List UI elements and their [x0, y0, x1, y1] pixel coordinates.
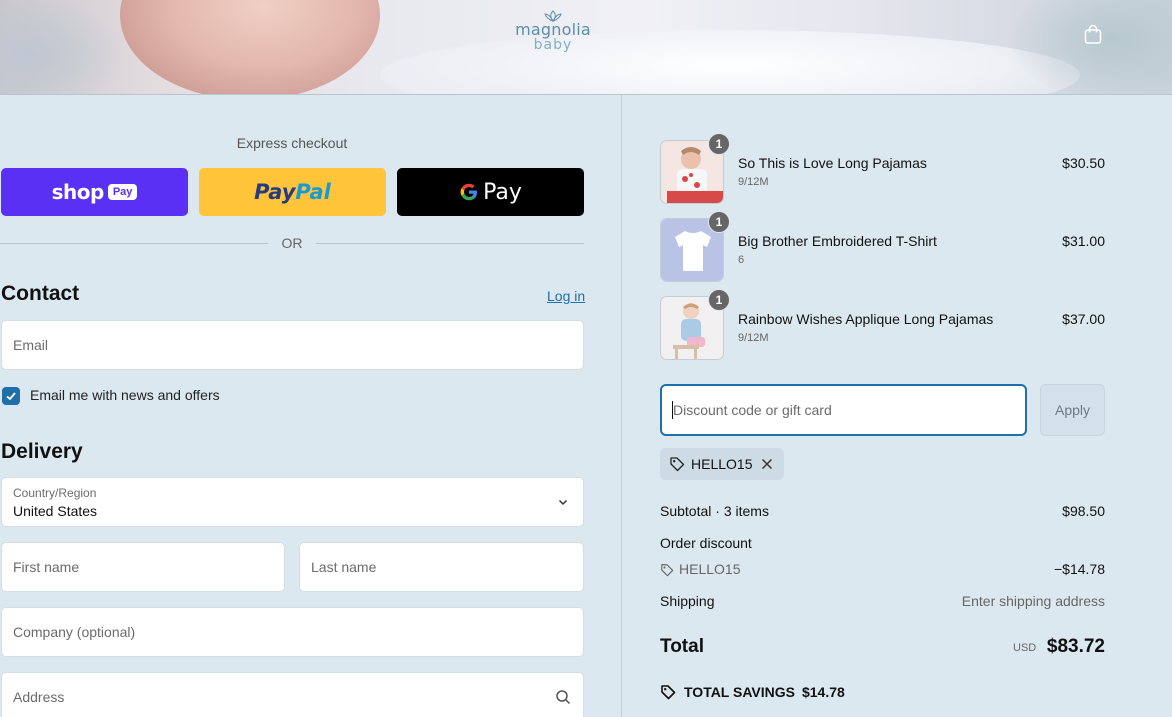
shipping-value: Enter shipping address — [961, 593, 1105, 609]
header-banner: magnolia baby — [0, 0, 1172, 95]
quantity-badge: 1 — [708, 133, 730, 155]
subtotal-row: Subtotal · 3 items $98.50 — [660, 503, 1105, 519]
shopping-bag-icon[interactable] — [1082, 23, 1104, 45]
applied-discount-chip: HELLO15 — [660, 448, 784, 480]
or-text: OR — [281, 235, 303, 251]
newsletter-label: Email me with news and offers — [30, 387, 220, 403]
shipping-label: Shipping — [660, 593, 715, 609]
first-name-placeholder: First name — [13, 559, 80, 575]
total-savings-label: TOTAL SAVINGS — [684, 684, 795, 700]
item-name: So This is Love Long Pajamas — [738, 155, 927, 171]
item-variant: 6 — [738, 254, 745, 266]
google-g-icon — [460, 183, 478, 201]
item-price: $31.00 — [1062, 233, 1105, 249]
subtotal-label: Subtotal · 3 items — [660, 503, 769, 519]
tag-icon — [670, 457, 685, 472]
apply-discount-button[interactable]: Apply — [1040, 384, 1105, 436]
country-select[interactable]: Country/Region United States — [1, 477, 584, 527]
newsletter-checkbox[interactable] — [2, 387, 20, 405]
quantity-badge: 1 — [708, 211, 730, 233]
quantity-badge: 1 — [708, 289, 730, 311]
google-pay-label: Pay — [483, 179, 522, 205]
logo-text-magnolia: magnolia — [515, 20, 591, 39]
shop-pay-chip: Pay — [107, 184, 138, 200]
tag-icon — [661, 685, 676, 700]
total-value: $83.72 — [1046, 636, 1105, 657]
company-placeholder: Company (optional) — [13, 624, 136, 640]
address-field[interactable]: Address — [1, 672, 584, 717]
cart-item: 1 So This is Love Long Pajamas 9/12M $30… — [660, 133, 1105, 204]
address-placeholder: Address — [13, 689, 65, 705]
item-variant: 9/12M — [738, 176, 769, 188]
applied-code-text: HELLO15 — [691, 456, 753, 472]
order-summary-column: 1 So This is Love Long Pajamas 9/12M $30… — [623, 95, 1172, 717]
logo-text-baby: baby — [533, 37, 573, 53]
express-checkout-title: Express checkout — [236, 135, 348, 151]
shipping-row: Shipping Enter shipping address — [660, 593, 1105, 609]
discount-code-row: HELLO15 −$14.78 — [660, 561, 1105, 577]
first-name-field[interactable]: First name — [1, 542, 285, 592]
discount-code-label: HELLO15 — [679, 561, 741, 577]
banner-photo-baby — [120, 0, 380, 94]
cart-item: 1 Big Brother Embroidered T-Shirt 6 $31.… — [660, 211, 1105, 282]
item-name: Rainbow Wishes Applique Long Pajamas — [738, 311, 994, 327]
email-field[interactable]: Email — [1, 320, 584, 370]
cart-item: 1 Rainbow Wishes Applique Long Pajamas 9… — [660, 289, 1105, 360]
discount-amount: −$14.78 — [1054, 561, 1105, 577]
email-placeholder: Email — [13, 337, 49, 353]
checkmark-icon — [6, 392, 16, 401]
discount-placeholder: Discount code or gift card — [673, 402, 832, 418]
login-link[interactable]: Log in — [547, 288, 585, 304]
last-name-field[interactable]: Last name — [299, 542, 584, 592]
subtotal-value: $98.50 — [1062, 503, 1105, 519]
item-price: $30.50 — [1062, 155, 1105, 171]
company-field[interactable]: Company (optional) — [1, 607, 584, 657]
or-divider: OR — [0, 235, 584, 251]
paypal-button[interactable]: Pay Pal — [199, 168, 386, 216]
total-savings-value: $14.78 — [801, 684, 845, 700]
total-label: Total — [660, 636, 704, 657]
chevron-down-icon — [558, 499, 568, 506]
item-price: $37.00 — [1062, 311, 1105, 327]
last-name-placeholder: Last name — [311, 559, 377, 575]
item-name: Big Brother Embroidered T-Shirt — [738, 233, 937, 249]
order-discount-row: Order discount — [660, 535, 1105, 551]
country-label: Country/Region — [13, 486, 97, 500]
google-pay-button[interactable]: Pay — [397, 168, 584, 216]
shop-pay-wordmark: shop — [51, 180, 105, 204]
remove-discount-icon[interactable] — [761, 458, 773, 470]
order-discount-label: Order discount — [660, 535, 752, 551]
banner-image-shade — [0, 0, 120, 94]
country-value: United States — [13, 503, 98, 519]
discount-code-input[interactable]: Discount code or gift card — [660, 384, 1027, 436]
search-icon — [556, 690, 571, 705]
delivery-title: Delivery — [1, 440, 83, 463]
total-savings: TOTAL SAVINGS $14.78 — [660, 684, 845, 700]
checkout-form-column: Express checkout shop Pay Pay Pal Pay OR … — [0, 95, 622, 717]
paypal-wordmark-pay: Pay — [254, 180, 296, 204]
contact-title: Contact — [1, 282, 80, 305]
total-currency: USD — [1013, 642, 1037, 654]
item-variant: 9/12M — [738, 332, 769, 344]
shop-pay-button[interactable]: shop Pay — [1, 168, 188, 216]
paypal-wordmark-pal: Pal — [295, 180, 331, 204]
tag-icon — [661, 564, 674, 577]
banner-photo-blanket — [380, 30, 1080, 94]
store-logo[interactable]: magnolia baby — [511, 10, 595, 52]
